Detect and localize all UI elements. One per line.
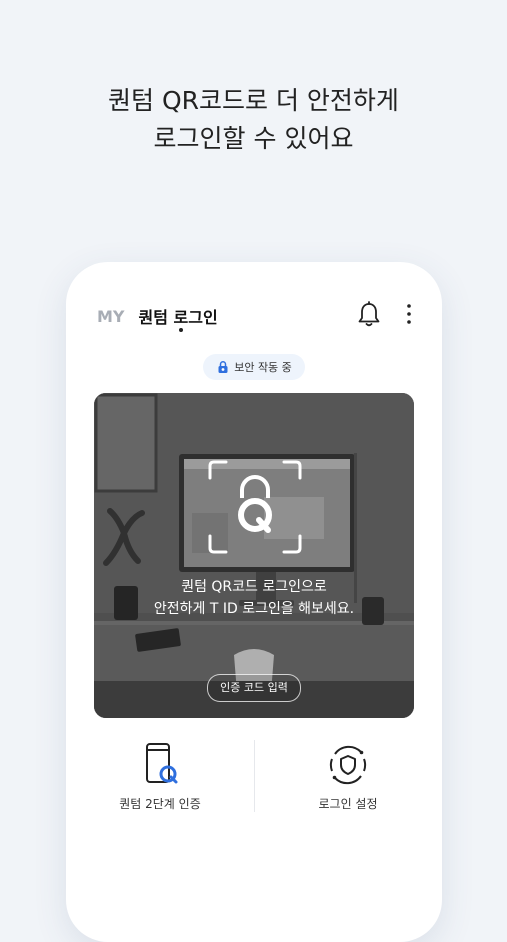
tab-quantum-login[interactable]: 퀀텀 로그인 bbox=[138, 304, 218, 332]
security-status-label: 보안 작동 중 bbox=[234, 361, 292, 374]
qr-login-message-line-1: 퀀텀 QR코드 로그인으로 bbox=[181, 579, 327, 595]
tab-my[interactable]: MY bbox=[97, 307, 125, 326]
active-tab-indicator bbox=[178, 328, 183, 332]
phone-quantum-icon bbox=[146, 743, 178, 784]
two-factor-auth-label: 퀀텀 2단계 인증 bbox=[119, 797, 201, 811]
tab-quantum-login-label: 퀀텀 로그인 bbox=[138, 308, 218, 327]
enter-auth-code-button[interactable]: 인증 코드 입력 bbox=[207, 674, 301, 702]
headline-line-1: 퀀텀 QR코드로 더 안전하게 bbox=[108, 86, 399, 115]
login-settings-action[interactable]: 로그인 설정 bbox=[254, 732, 442, 822]
qr-login-message-line-2: 안전하게 T ID 로그인을 해보세요. bbox=[153, 601, 355, 617]
office-background-image bbox=[94, 393, 414, 718]
security-status-badge: 보안 작동 중 bbox=[203, 354, 305, 380]
quantum-shield-icon bbox=[218, 361, 228, 373]
shield-settings-icon bbox=[329, 745, 367, 785]
quick-actions: 퀀텀 2단계 인증 로그인 설정 bbox=[66, 732, 442, 822]
headline-line-2: 로그인할 수 있어요 bbox=[153, 124, 354, 153]
qr-login-message: 퀀텀 QR코드 로그인으로 안전하게 T ID 로그인을 해보세요. bbox=[94, 576, 414, 620]
login-settings-label: 로그인 설정 bbox=[318, 797, 378, 811]
qr-scan-frame-icon bbox=[208, 460, 302, 554]
two-factor-auth-action[interactable]: 퀀텀 2단계 인증 bbox=[66, 732, 254, 822]
phone-mockup: MY 퀀텀 로그인 보안 작동 중 퀀텀 QR코드 로그인으로 안전하게 T I… bbox=[66, 262, 442, 942]
bell-icon[interactable] bbox=[356, 300, 382, 328]
qr-scan-card[interactable]: 퀀텀 QR코드 로그인으로 안전하게 T ID 로그인을 해보세요. 인증 코드… bbox=[94, 393, 414, 718]
top-tabs: MY 퀀텀 로그인 bbox=[97, 304, 218, 332]
more-menu-icon[interactable] bbox=[399, 300, 419, 328]
headline: 퀀텀 QR코드로 더 안전하게 로그인할 수 있어요 bbox=[0, 82, 507, 158]
